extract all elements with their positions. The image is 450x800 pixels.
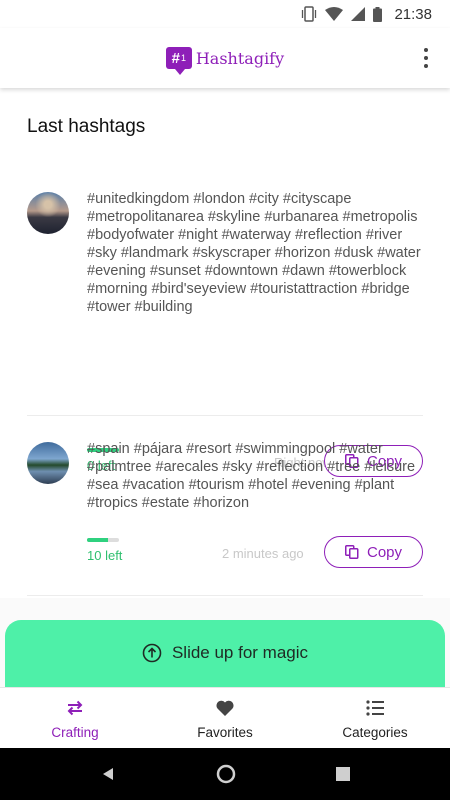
vibrate-icon bbox=[302, 6, 317, 22]
back-icon[interactable] bbox=[100, 766, 116, 782]
logo-badge-hash: # bbox=[171, 49, 180, 67]
battery-icon bbox=[373, 6, 383, 22]
bottom-nav: Crafting Favorites Categories bbox=[0, 687, 450, 748]
copy-button[interactable]: Copy bbox=[324, 536, 423, 568]
remaining-count: 10 left bbox=[87, 548, 123, 563]
hashtag-list: #unitedkingdom #london #city #cityscape … bbox=[87, 191, 421, 315]
section-title: Last hashtags bbox=[27, 116, 146, 137]
copy-label: Copy bbox=[366, 543, 403, 561]
card-timestamp: 2 minutes ago bbox=[222, 546, 304, 561]
nav-categories[interactable]: Categories bbox=[300, 688, 450, 748]
heart-icon bbox=[216, 700, 234, 716]
logo-badge: #1 bbox=[165, 47, 192, 75]
app-bar: #1 Hashtagify bbox=[0, 28, 450, 88]
hashtag-card: #unitedkingdom #london #city #cityscape … bbox=[27, 190, 423, 477]
app-title: Hashtagify bbox=[195, 48, 285, 68]
main-content: Last hashtags #unitedkingdom #london #ci… bbox=[0, 88, 450, 598]
recents-icon[interactable] bbox=[336, 767, 350, 781]
nav-categories-label: Categories bbox=[342, 725, 408, 740]
card-thumbnail bbox=[27, 192, 69, 234]
copy-icon bbox=[344, 545, 359, 559]
progress-fill bbox=[87, 538, 109, 542]
arrow-up-circle-icon bbox=[142, 643, 162, 663]
system-nav-bar bbox=[0, 748, 450, 800]
wifi-icon bbox=[325, 7, 344, 21]
logo-badge-count: 1 bbox=[181, 53, 187, 63]
swap-icon bbox=[67, 700, 83, 716]
status-time: 21:38 bbox=[394, 5, 432, 23]
hashtag-list: #spain #pájara #resort #swimmingpool #wa… bbox=[87, 441, 416, 511]
status-bar: 21:38 bbox=[0, 0, 450, 28]
nav-favorites-label: Favorites bbox=[197, 725, 253, 740]
remaining-progress-bar bbox=[87, 538, 119, 542]
app-logo: #1 Hashtagify bbox=[165, 47, 285, 75]
card-thumbnail bbox=[27, 442, 69, 484]
list-icon bbox=[366, 700, 384, 716]
nav-favorites[interactable]: Favorites bbox=[150, 688, 300, 748]
hashtag-card: #spain #pájara #resort #swimmingpool #wa… bbox=[27, 440, 423, 596]
more-vert-icon[interactable] bbox=[418, 46, 434, 70]
home-icon[interactable] bbox=[216, 764, 236, 784]
signal-icon bbox=[351, 7, 366, 21]
nav-crafting[interactable]: Crafting bbox=[0, 688, 150, 748]
nav-crafting-label: Crafting bbox=[51, 725, 99, 740]
